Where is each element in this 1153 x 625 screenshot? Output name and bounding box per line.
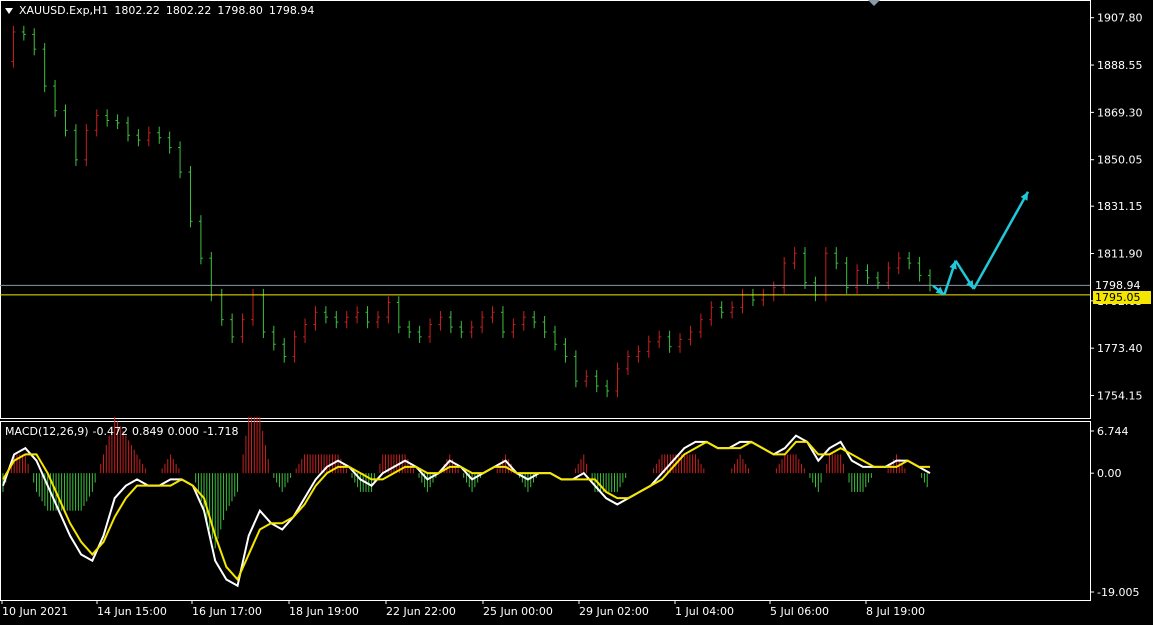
macd-v4-value: -1.718 (203, 425, 239, 438)
price-axis-label: 1907.80 (1097, 12, 1143, 25)
price-axis-label: 1811.90 (1097, 248, 1143, 261)
time-axis-label: 22 Jun 22:00 (386, 605, 456, 618)
macd-v3-value: 0.000 (167, 425, 200, 438)
price-axis-label: 1850.05 (1097, 154, 1143, 167)
macd-main-value: -0.472 (92, 425, 129, 438)
chevron-down-icon[interactable] (5, 8, 13, 14)
time-axis-label: 29 Jun 02:00 (579, 605, 649, 618)
macd-main-line (2, 434, 931, 588)
time-axis-label: 10 Jun 2021 (2, 605, 68, 618)
macd-axis-label: -19.005 (1097, 586, 1139, 599)
time-axis-label: 18 Jun 19:00 (289, 605, 359, 618)
price-axis-label: 1888.55 (1097, 59, 1143, 72)
time-axis-label: 1 Jul 04:00 (675, 605, 734, 618)
open-value: 1802.22 (114, 4, 160, 17)
close-value: 1798.94 (268, 4, 315, 17)
time-axis-label: 14 Jun 15:00 (97, 605, 167, 618)
symbol-label: XAUUSD.Exp,H1 (19, 4, 109, 17)
time-axis-label: 5 Jul 06:00 (770, 605, 829, 618)
chart-root: 1907.80 1888.55 1869.30 1850.05 1831.15 1811.… (0, 0, 1153, 621)
chart-svg: 1907.80 1888.55 1869.30 1850.05 1831.15 1811.… (0, 0, 1143, 618)
price-panel-frame (0, 0, 1091, 419)
symbol-header: XAUUSD.Exp,H1 1802.22 1802.22 1798.80 1798.9… (5, 4, 314, 17)
price-axis-label: 1831.15 (1097, 200, 1143, 213)
time-axis-label: 8 Jul 19:00 (866, 605, 925, 618)
low-value: 1798.80 (217, 4, 263, 17)
macd-signal-value: 0.849 (132, 425, 164, 438)
price-axis-label: 1869.30 (1097, 106, 1143, 119)
shift-marker-icon[interactable] (868, 0, 880, 6)
time-axis-label: 16 Jun 17:00 (192, 605, 262, 618)
forecast-arrow-segment (972, 191, 1030, 290)
macd-label: MACD(12,26,9) (5, 425, 89, 438)
macd-panel-frame (0, 421, 1091, 601)
macd-axis-label: 6.744 (1097, 425, 1129, 438)
level-price-tag: 1795.05 (1093, 291, 1151, 304)
macd-header: MACD(12,26,9) -0.472 0.849 0.000 -1.718 (5, 425, 238, 438)
price-axis-label: 1773.40 (1097, 342, 1143, 355)
macd-signal-line (2, 440, 930, 582)
macd-axis-label: 0.00 (1097, 467, 1122, 480)
high-value: 1802.22 (165, 4, 212, 17)
time-axis-label: 25 Jun 00:00 (483, 605, 553, 618)
price-axis-label: 1754.15 (1097, 390, 1143, 403)
